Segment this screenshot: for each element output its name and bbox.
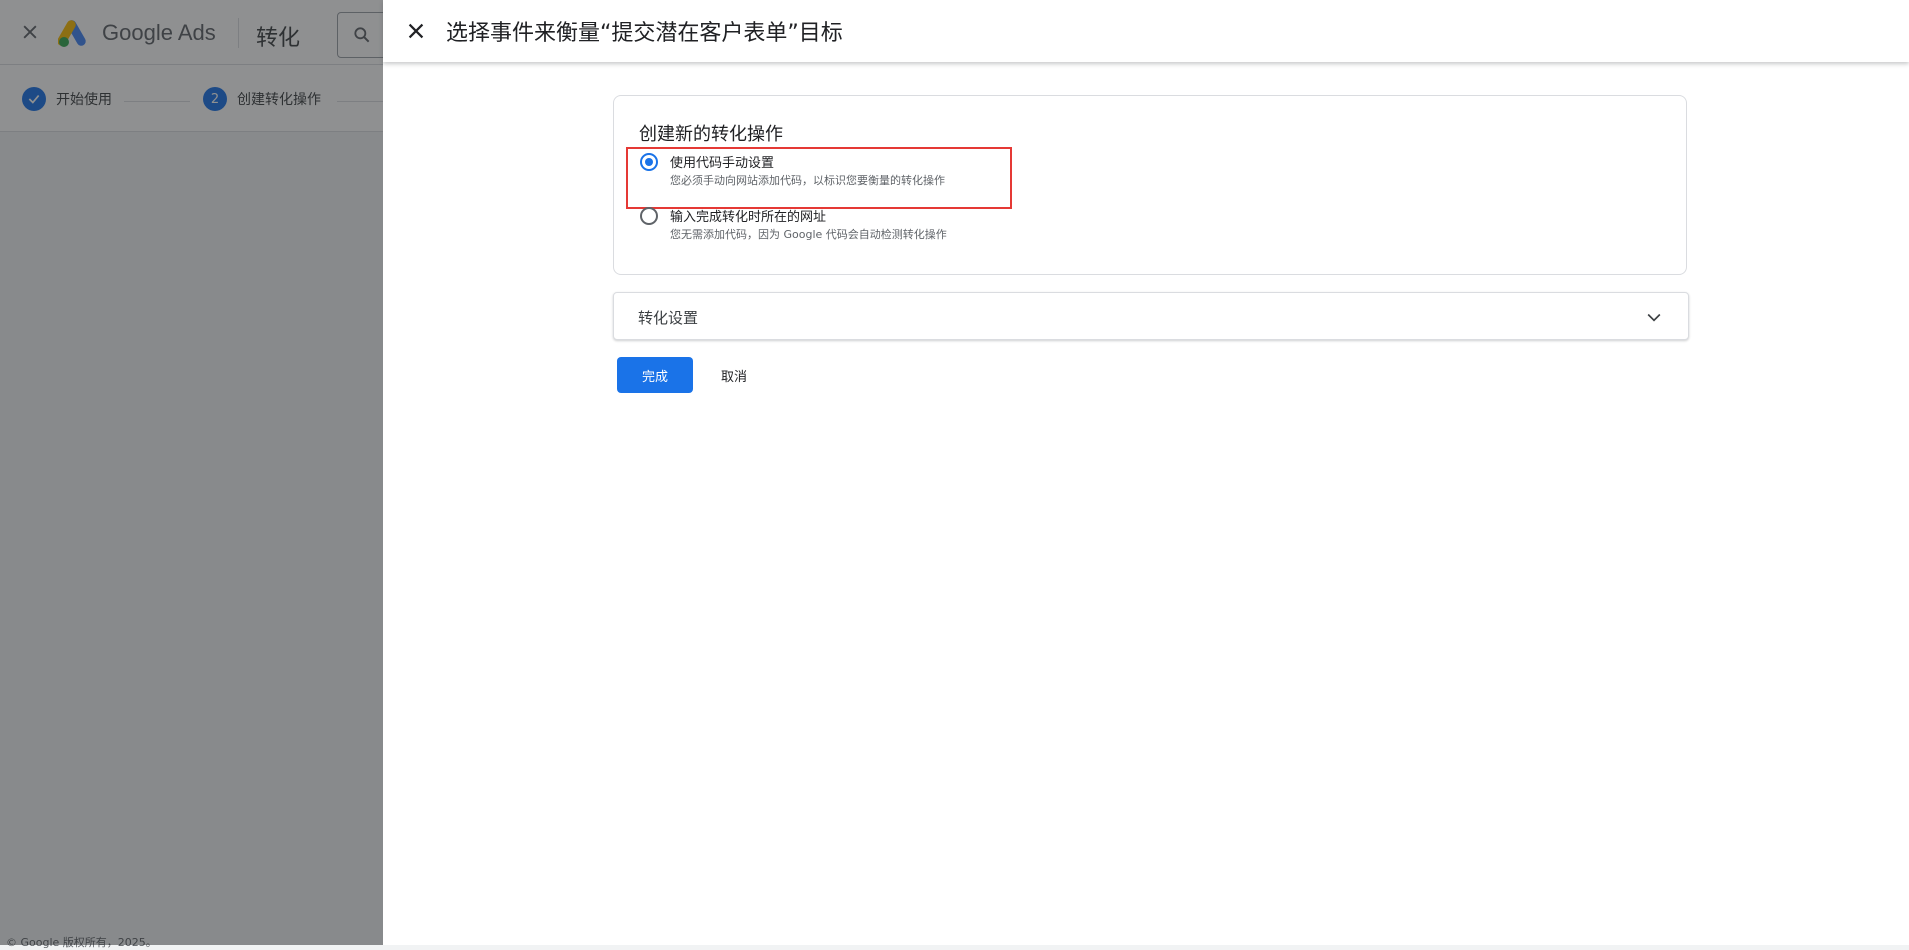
accordion-label: 转化设置 — [638, 309, 699, 327]
dialog-title: 选择事件来衡量“提交潜在客户表单”目标 — [446, 21, 843, 46]
create-conversion-card: 创建新的转化操作 使用代码手动设置 您必须手动向网站添加代码，以标识您要衡量的转… — [613, 95, 1687, 275]
conversion-dialog: 选择事件来衡量“提交潜在客户表单”目标 创建新的转化操作 使用代码手动设置 您必… — [383, 0, 1909, 945]
radio-button[interactable] — [640, 207, 658, 225]
section-title: 创建新的转化操作 — [639, 124, 783, 145]
option-url[interactable]: 输入完成转化时所在的网址 您无需添加代码，因为 Google 代码会自动检测转化… — [638, 202, 1028, 258]
option-label: 输入完成转化时所在的网址 — [670, 210, 827, 225]
radio-button-selected[interactable] — [640, 153, 658, 171]
done-button[interactable]: 完成 — [617, 357, 693, 393]
chevron-down-icon — [1647, 313, 1661, 322]
option-manual-code[interactable]: 使用代码手动设置 您必须手动向网站添加代码，以标识您要衡量的转化操作 — [638, 148, 1028, 204]
option-description: 您必须手动向网站添加代码，以标识您要衡量的转化操作 — [670, 174, 945, 187]
conversion-settings-accordion[interactable]: 转化设置 — [613, 292, 1689, 340]
cancel-button[interactable]: 取消 — [709, 357, 759, 393]
dialog-header: 选择事件来衡量“提交潜在客户表单”目标 — [383, 0, 1909, 62]
option-description: 您无需添加代码，因为 Google 代码会自动检测转化操作 — [670, 228, 947, 241]
close-icon[interactable] — [405, 20, 427, 42]
option-label: 使用代码手动设置 — [670, 156, 775, 171]
